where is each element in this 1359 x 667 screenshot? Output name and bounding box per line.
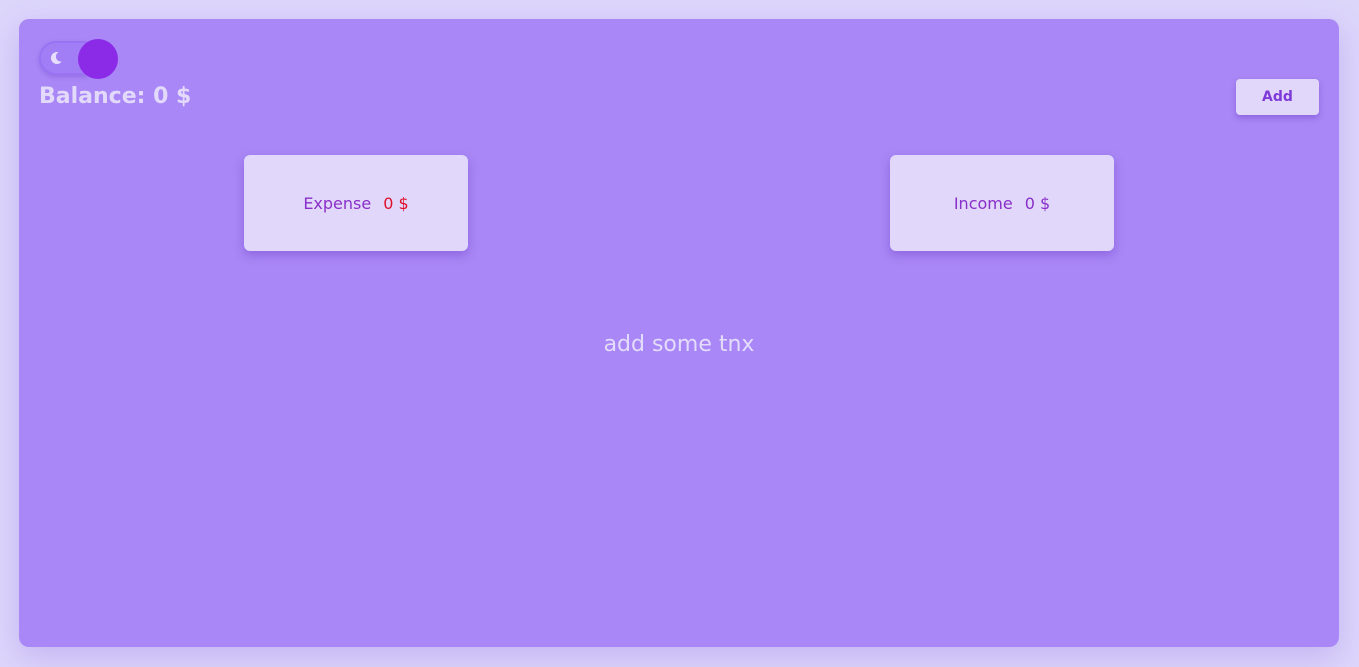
expense-value: 0 $ <box>383 193 409 213</box>
balance-text: Balance: 0 $ <box>39 84 192 109</box>
expense-card: Expense 0 $ <box>244 155 468 251</box>
theme-toggle[interactable] <box>39 39 119 79</box>
moon-icon <box>50 51 62 64</box>
expense-label: Expense <box>303 193 372 213</box>
empty-state-message: add some tnx <box>603 332 755 357</box>
income-label: Income <box>953 193 1013 213</box>
add-button[interactable]: Add <box>1236 79 1319 115</box>
income-card: Income 0 $ <box>890 155 1114 251</box>
theme-toggle-knob[interactable] <box>78 39 118 79</box>
app-panel: Balance: 0 $ Add Expense 0 $ Income 0 $ … <box>19 19 1339 647</box>
income-value: 0 $ <box>1024 193 1051 213</box>
